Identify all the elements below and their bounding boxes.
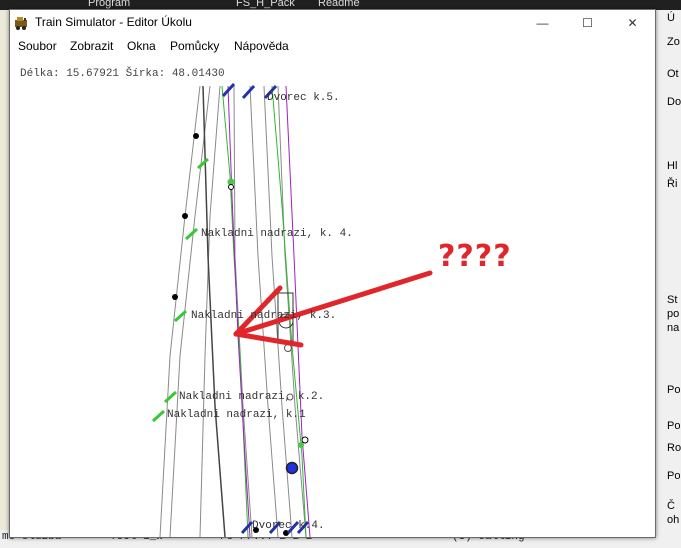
right-panel-text: po xyxy=(667,308,680,320)
right-panel-text: Po xyxy=(667,384,681,396)
clock-icon xyxy=(301,436,309,444)
right-panel-text: na xyxy=(667,322,680,334)
right-panel-text: oh xyxy=(667,514,680,526)
train-position-icon[interactable] xyxy=(285,461,299,475)
editor-window: Train Simulator - Editor Úkolu — ☐ ✕ Sou… xyxy=(9,9,656,538)
annotation-question-marks: ???? xyxy=(438,239,512,274)
minimize-button[interactable]: — xyxy=(520,10,565,36)
right-panel-text: Po xyxy=(667,470,681,482)
map-canvas[interactable]: Délka: 15.67921 Šírka: 48.01430 Dvorec k… xyxy=(10,56,655,537)
track-map[interactable] xyxy=(10,56,655,537)
right-panel-text: Ři xyxy=(667,178,678,190)
train-app-icon xyxy=(15,17,27,30)
close-button[interactable]: ✕ xyxy=(610,10,655,36)
menu-soubor[interactable]: Soubor xyxy=(18,39,57,53)
taskbar-item-readme[interactable]: Readme xyxy=(318,0,360,9)
background-window-right: Ú Zo Ot Do Hl Ři St po na Po Po Ro Po Č … xyxy=(654,10,681,548)
window-title: Train Simulator - Editor Úkolu xyxy=(35,15,192,29)
menu-napoveda[interactable]: Nápověda xyxy=(234,39,289,53)
station-label: Nakladni nadrazi, k.2. xyxy=(179,391,325,403)
menu-pomucky[interactable]: Pomůcky xyxy=(170,39,219,53)
coordinates-readout: Délka: 15.67921 Šírka: 48.01430 xyxy=(20,68,225,80)
station-label: Nakladni nadrazi, k. 4. xyxy=(201,228,353,240)
station-label: Nakladni nadrazi, k.3. xyxy=(191,310,337,322)
menu-bar: Soubor Zobrazit Okna Pomůcky Nápověda xyxy=(10,36,655,56)
right-panel-text: Ro xyxy=(667,442,681,454)
station-label: Dvorec k.5. xyxy=(267,92,340,104)
maximize-button[interactable]: ☐ xyxy=(565,10,610,36)
right-panel-text: Zo xyxy=(667,36,680,48)
right-panel-text: Ú xyxy=(667,12,675,24)
right-panel-text: Hl xyxy=(667,160,678,172)
taskbar-item-pack[interactable]: FS_H_Pack xyxy=(236,0,295,9)
red-arrow xyxy=(233,270,433,348)
right-panel-text: St xyxy=(667,294,678,306)
right-panel-text: Ot xyxy=(667,68,679,80)
title-bar[interactable]: Train Simulator - Editor Úkolu — ☐ ✕ xyxy=(10,10,655,36)
right-panel-text: Do xyxy=(667,96,681,108)
right-panel-text: Č xyxy=(667,500,675,512)
station-label: Dvorec k.4. xyxy=(252,520,325,532)
node-icon xyxy=(228,184,234,190)
right-panel-text: Po xyxy=(667,420,681,432)
station-label: Nakladni nadrazi, k.1 xyxy=(167,409,306,421)
menu-okna[interactable]: Okna xyxy=(127,39,156,53)
taskbar-item-program[interactable]: Program xyxy=(88,0,130,9)
station-markers xyxy=(151,157,210,423)
menu-zobrazit[interactable]: Zobrazit xyxy=(70,39,113,53)
